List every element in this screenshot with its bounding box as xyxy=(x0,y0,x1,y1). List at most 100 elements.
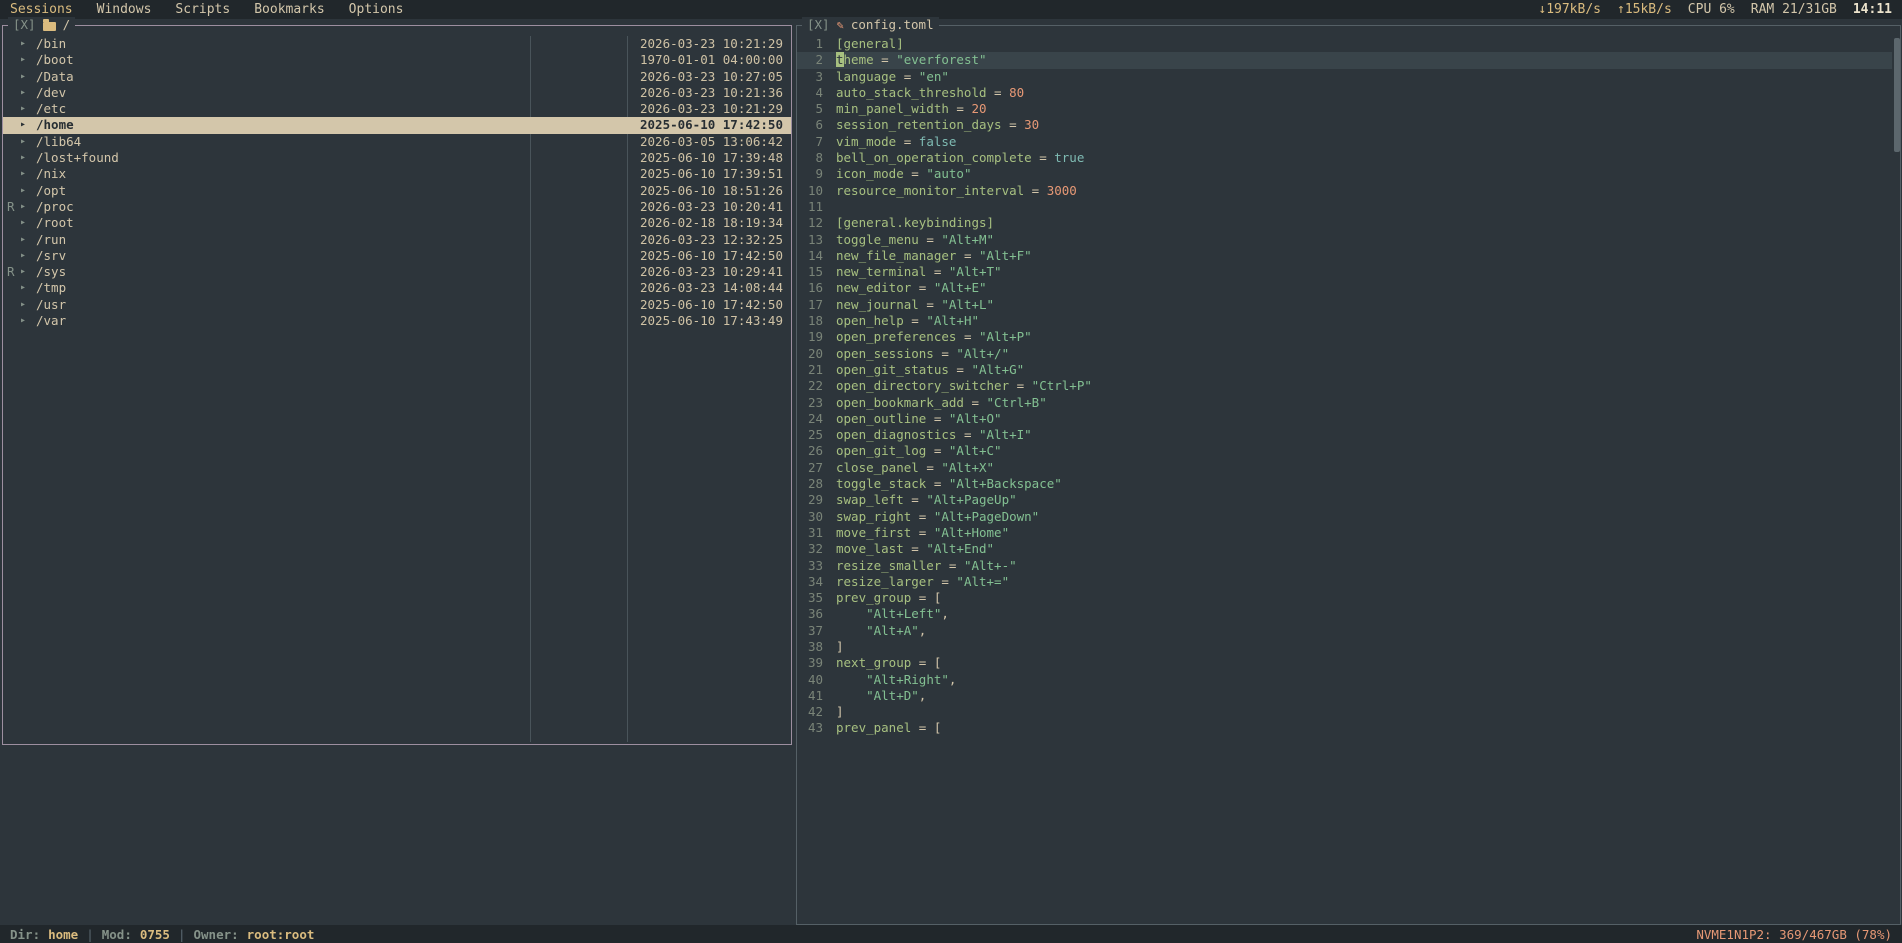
expand-arrow-icon[interactable]: ▸ xyxy=(20,52,26,68)
editor-line[interactable]: 26open_git_log = "Alt+C" xyxy=(797,443,1892,459)
file-row[interactable]: ▸/home2025-06-10 17:42:50 xyxy=(3,117,791,133)
file-row[interactable]: ▸/srv2025-06-10 17:42:50 xyxy=(3,248,791,264)
editor-line[interactable]: 15new_terminal = "Alt+T" xyxy=(797,264,1892,280)
code-text: open_sessions = "Alt+/" xyxy=(836,346,1892,362)
editor-line[interactable]: 38] xyxy=(797,639,1892,655)
file-name: /lost+found xyxy=(36,150,119,165)
menu-item-sessions[interactable]: Sessions xyxy=(10,2,73,17)
editor-line[interactable]: 30swap_right = "Alt+PageDown" xyxy=(797,509,1892,525)
file-row[interactable]: ▸/etc2026-03-23 10:21:29 xyxy=(3,101,791,117)
editor-line[interactable]: 39next_group = [ xyxy=(797,655,1892,671)
close-panel-button[interactable]: [X] xyxy=(807,17,830,33)
editor-line[interactable]: 1[general] xyxy=(797,36,1892,52)
editor-line[interactable]: 41 "Alt+D", xyxy=(797,688,1892,704)
editor-line[interactable]: 10resource_monitor_interval = 3000 xyxy=(797,183,1892,199)
editor-line[interactable]: 18open_help = "Alt+H" xyxy=(797,313,1892,329)
expand-arrow-icon[interactable]: ▸ xyxy=(20,215,26,231)
file-row[interactable]: ▸/nix2025-06-10 17:39:51 xyxy=(3,166,791,182)
editor-line[interactable]: 17new_journal = "Alt+L" xyxy=(797,297,1892,313)
expand-arrow-icon[interactable]: ▸ xyxy=(20,36,26,52)
file-name: /home xyxy=(36,117,74,132)
expand-arrow-icon[interactable]: ▸ xyxy=(20,313,26,329)
expand-arrow-icon[interactable]: ▸ xyxy=(20,166,26,182)
editor-line[interactable]: 43prev_panel = [ xyxy=(797,720,1892,736)
line-number: 37 xyxy=(797,623,836,639)
expand-arrow-icon[interactable]: ▸ xyxy=(20,199,26,215)
mod-value: 0755 xyxy=(140,927,170,942)
file-row[interactable]: ▸/Data2026-03-23 10:27:05 xyxy=(3,69,791,85)
expand-arrow-icon[interactable]: ▸ xyxy=(20,264,26,280)
scrollbar-thumb[interactable] xyxy=(1894,38,1900,152)
network-up-stat: ↑15kB/s xyxy=(1617,2,1672,17)
editor-line[interactable]: 5min_panel_width = 20 xyxy=(797,101,1892,117)
file-row[interactable]: ▸/root2026-02-18 18:19:34 xyxy=(3,215,791,231)
line-number: 39 xyxy=(797,655,836,671)
file-row[interactable]: ▸/boot1970-01-01 04:00:00 xyxy=(3,52,791,68)
editor-line[interactable]: 35prev_group = [ xyxy=(797,590,1892,606)
editor-line[interactable]: 11 xyxy=(797,199,1892,215)
editor-line[interactable]: 25open_diagnostics = "Alt+I" xyxy=(797,427,1892,443)
dir-label: Dir: xyxy=(10,927,40,942)
file-row[interactable]: ▸/usr2025-06-10 17:42:50 xyxy=(3,297,791,313)
menu-item-options[interactable]: Options xyxy=(349,2,404,17)
file-row[interactable]: ▸/var2025-06-10 17:43:49 xyxy=(3,313,791,329)
expand-arrow-icon[interactable]: ▸ xyxy=(20,69,26,85)
expand-arrow-icon[interactable]: ▸ xyxy=(20,297,26,313)
editor-line[interactable]: 7vim_mode = false xyxy=(797,134,1892,150)
expand-arrow-icon[interactable]: ▸ xyxy=(20,85,26,101)
readonly-marker: R xyxy=(7,264,15,280)
code-text: [general] xyxy=(836,36,1892,52)
menu-item-windows[interactable]: Windows xyxy=(97,2,152,17)
editor-line[interactable]: 6session_retention_days = 30 xyxy=(797,117,1892,133)
editor-line[interactable]: 36 "Alt+Left", xyxy=(797,606,1892,622)
editor-line[interactable]: 16new_editor = "Alt+E" xyxy=(797,280,1892,296)
editor-line[interactable]: 21open_git_status = "Alt+G" xyxy=(797,362,1892,378)
editor-line[interactable]: 28toggle_stack = "Alt+Backspace" xyxy=(797,476,1892,492)
editor-line[interactable]: 20open_sessions = "Alt+/" xyxy=(797,346,1892,362)
editor-line[interactable]: 31move_first = "Alt+Home" xyxy=(797,525,1892,541)
editor-line[interactable]: 3language = "en" xyxy=(797,69,1892,85)
expand-arrow-icon[interactable]: ▸ xyxy=(20,183,26,199)
file-row[interactable]: R▸/proc2026-03-23 10:20:41 xyxy=(3,199,791,215)
editor-line[interactable]: 13toggle_menu = "Alt+M" xyxy=(797,232,1892,248)
expand-arrow-icon[interactable]: ▸ xyxy=(20,101,26,117)
editor-line[interactable]: 14new_file_manager = "Alt+F" xyxy=(797,248,1892,264)
menu-item-scripts[interactable]: Scripts xyxy=(175,2,230,17)
expand-arrow-icon[interactable]: ▸ xyxy=(20,134,26,150)
expand-arrow-icon[interactable]: ▸ xyxy=(20,117,26,133)
editor-line[interactable]: 19open_preferences = "Alt+P" xyxy=(797,329,1892,345)
menu-item-bookmarks[interactable]: Bookmarks xyxy=(254,2,324,17)
close-panel-button[interactable]: [X] xyxy=(13,17,36,33)
editor-line[interactable]: 24open_outline = "Alt+O" xyxy=(797,411,1892,427)
editor-line[interactable]: 32move_last = "Alt+End" xyxy=(797,541,1892,557)
expand-arrow-icon[interactable]: ▸ xyxy=(20,232,26,248)
editor-line[interactable]: 9icon_mode = "auto" xyxy=(797,166,1892,182)
code-text: bell_on_operation_complete = true xyxy=(836,150,1892,166)
editor-line[interactable]: 23open_bookmark_add = "Ctrl+B" xyxy=(797,395,1892,411)
line-number: 22 xyxy=(797,378,836,394)
editor-line[interactable]: 8bell_on_operation_complete = true xyxy=(797,150,1892,166)
file-row[interactable]: ▸/dev2026-03-23 10:21:36 xyxy=(3,85,791,101)
editor-line[interactable]: 42] xyxy=(797,704,1892,720)
editor-line[interactable]: 40 "Alt+Right", xyxy=(797,672,1892,688)
file-row[interactable]: ▸/tmp2026-03-23 14:08:44 xyxy=(3,280,791,296)
editor-line[interactable]: 27close_panel = "Alt+X" xyxy=(797,460,1892,476)
editor-line[interactable]: 4auto_stack_threshold = 80 xyxy=(797,85,1892,101)
file-row[interactable]: R▸/sys2026-03-23 10:29:41 xyxy=(3,264,791,280)
expand-arrow-icon[interactable]: ▸ xyxy=(20,280,26,296)
editor-line[interactable]: 33resize_smaller = "Alt+-" xyxy=(797,558,1892,574)
file-row[interactable]: ▸/lib642026-03-05 13:06:42 xyxy=(3,134,791,150)
editor-line[interactable]: 22open_directory_switcher = "Ctrl+P" xyxy=(797,378,1892,394)
expand-arrow-icon[interactable]: ▸ xyxy=(20,150,26,166)
editor-line[interactable]: 29swap_left = "Alt+PageUp" xyxy=(797,492,1892,508)
expand-arrow-icon[interactable]: ▸ xyxy=(20,248,26,264)
editor-line[interactable]: 12[general.keybindings] xyxy=(797,215,1892,231)
editor-line[interactable]: 37 "Alt+A", xyxy=(797,623,1892,639)
network-down-stat: ↓197kB/s xyxy=(1538,2,1601,17)
editor-line[interactable]: 34resize_larger = "Alt+=" xyxy=(797,574,1892,590)
editor-line[interactable]: 2theme = "everforest" xyxy=(797,52,1892,68)
file-row[interactable]: ▸/lost+found2025-06-10 17:39:48 xyxy=(3,150,791,166)
file-row[interactable]: ▸/run2026-03-23 12:32:25 xyxy=(3,232,791,248)
file-row[interactable]: ▸/opt2025-06-10 18:51:26 xyxy=(3,183,791,199)
file-row[interactable]: ▸/bin2026-03-23 10:21:29 xyxy=(3,36,791,52)
